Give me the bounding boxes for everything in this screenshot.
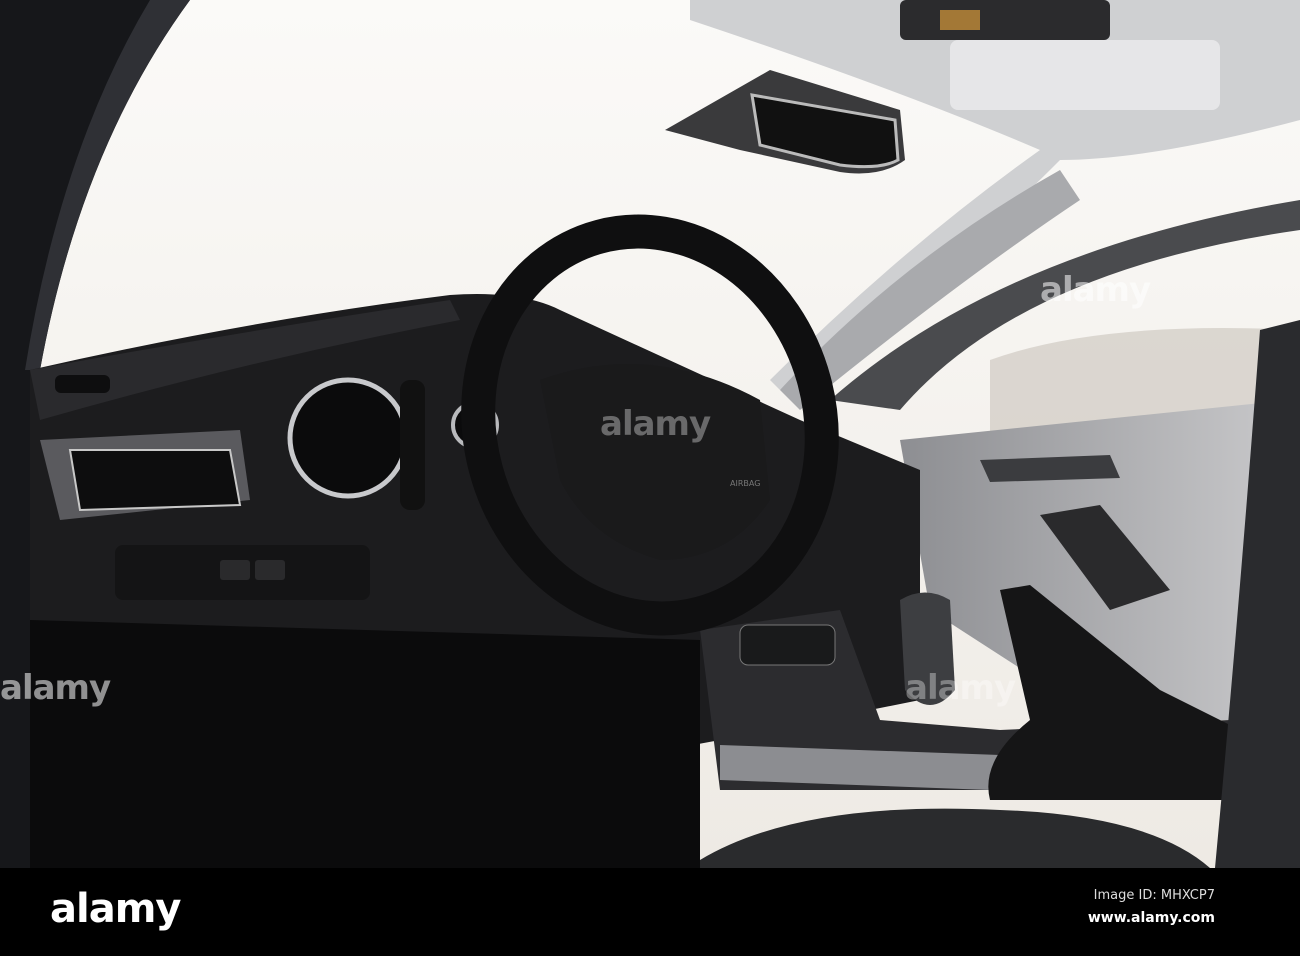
- image-id: Image ID: MHXCP7: [1093, 888, 1215, 903]
- stalk: [400, 380, 425, 510]
- fuel-flap-button: [255, 560, 285, 580]
- stock-photo: AIRBAG alamy alamy alamy alamy alamy Ima…: [0, 0, 1300, 956]
- tachometer: [287, 377, 409, 499]
- bonnet-release-button: [220, 560, 250, 580]
- watermark: alamy: [905, 668, 1016, 708]
- defrost-vent: [55, 375, 110, 393]
- sun-visor: [950, 40, 1220, 110]
- site-url: www.alamy.com: [1087, 910, 1215, 926]
- watermark: alamy: [1040, 270, 1151, 310]
- watermark: alamy: [0, 668, 111, 708]
- alamy-logo: alamy: [50, 886, 181, 932]
- dome-light: [940, 10, 980, 30]
- airbag-label: AIRBAG: [730, 479, 760, 488]
- watermark: alamy: [600, 404, 711, 444]
- footwell: [30, 620, 700, 868]
- climate-controls: [739, 624, 836, 666]
- overhead-console: [900, 0, 1110, 40]
- footer-bar: alamy Image ID: MHXCP7 www.alamy.com: [0, 868, 1300, 956]
- air-vent: [68, 449, 242, 512]
